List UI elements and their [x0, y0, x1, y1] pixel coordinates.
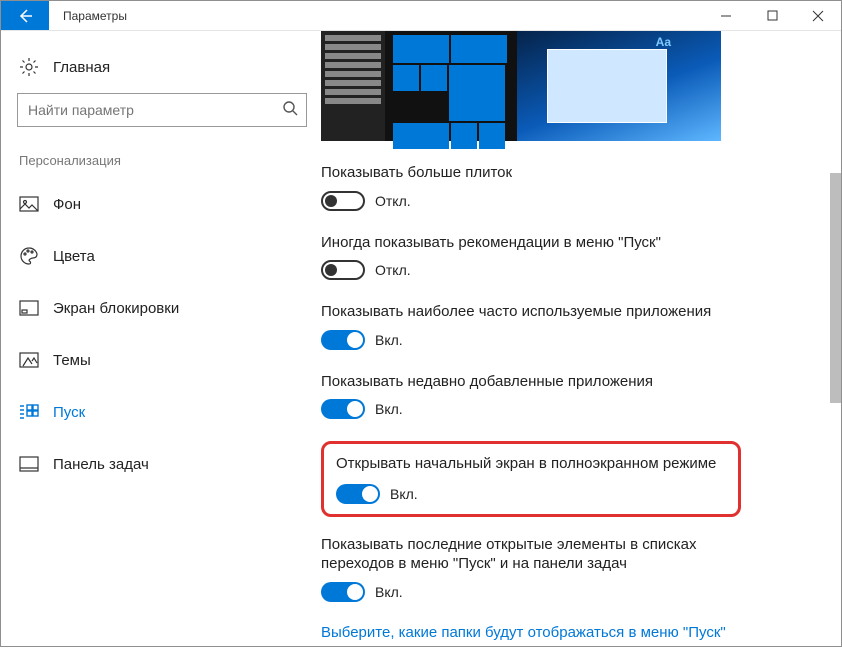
setting-more-tiles: Показывать больше плиток Откл.: [321, 163, 821, 211]
maximize-icon: [767, 10, 778, 21]
themes-icon: [19, 350, 39, 370]
setting-label: Показывать больше плиток: [321, 163, 821, 183]
setting-label: Показывать наиболее часто используемые п…: [321, 302, 821, 322]
arrow-left-icon: [16, 7, 34, 25]
sidebar-item-label: Экран блокировки: [53, 300, 179, 317]
sidebar-item-start[interactable]: Пуск: [15, 392, 311, 432]
minimize-icon: [720, 10, 732, 22]
close-button[interactable]: [795, 1, 841, 30]
toggle-state: Откл.: [375, 193, 411, 209]
search-input[interactable]: [28, 102, 282, 118]
toggle-jumplist[interactable]: [321, 582, 365, 602]
toggle-state: Вкл.: [375, 401, 403, 417]
toggle-suggestions[interactable]: [321, 260, 365, 280]
search-icon: [282, 100, 298, 121]
toggle-more-tiles[interactable]: [321, 191, 365, 211]
setting-most-used: Показывать наиболее часто используемые п…: [321, 302, 821, 350]
content-pane: Aa Показывать больше плиток Откл. Иногда…: [321, 31, 841, 646]
setting-label: Иногда показывать рекомендации в меню "П…: [321, 233, 821, 253]
setting-suggestions: Иногда показывать рекомендации в меню "П…: [321, 233, 821, 281]
lockscreen-icon: [19, 298, 39, 318]
gear-icon: [19, 57, 39, 77]
setting-jumplist: Показывать последние открытые элементы в…: [321, 535, 821, 602]
sidebar-item-lockscreen[interactable]: Экран блокировки: [15, 288, 311, 328]
maximize-button[interactable]: [749, 1, 795, 30]
picture-icon: [19, 194, 39, 214]
back-button[interactable]: [1, 1, 49, 30]
sidebar-item-label: Пуск: [53, 404, 85, 421]
setting-label: Открывать начальный экран в полноэкранно…: [336, 454, 726, 474]
toggle-recently-added[interactable]: [321, 399, 365, 419]
settings-window: Параметры Главная Пе: [0, 0, 842, 647]
sidebar-item-label: Панель задач: [53, 456, 149, 473]
start-icon: [19, 402, 39, 422]
sidebar-item-taskbar[interactable]: Панель задач: [15, 444, 311, 484]
sidebar-item-background[interactable]: Фон: [15, 184, 311, 224]
sidebar-item-themes[interactable]: Темы: [15, 340, 311, 380]
close-icon: [812, 10, 824, 22]
sidebar: Главная Персонализация Фон Цвета: [1, 31, 321, 646]
home-label: Главная: [53, 59, 110, 76]
sample-text-icon: Aa: [656, 35, 671, 49]
highlighted-setting: Открывать начальный экран в полноэкранно…: [321, 441, 741, 517]
setting-label: Показывать последние открытые элементы в…: [321, 535, 741, 574]
minimize-button[interactable]: [703, 1, 749, 30]
toggle-state: Вкл.: [375, 584, 403, 600]
palette-icon: [19, 246, 39, 266]
toggle-state: Откл.: [375, 262, 411, 278]
toggle-state: Вкл.: [390, 486, 418, 502]
search-box[interactable]: [17, 93, 307, 127]
scrollbar-thumb[interactable]: [830, 173, 841, 403]
window-body: Главная Персонализация Фон Цвета: [1, 31, 841, 646]
sidebar-item-label: Фон: [53, 196, 81, 213]
toggle-state: Вкл.: [375, 332, 403, 348]
setting-recently-added: Показывать недавно добавленные приложени…: [321, 372, 821, 420]
titlebar: Параметры: [1, 1, 841, 31]
category-label: Персонализация: [15, 153, 311, 184]
setting-label: Показывать недавно добавленные приложени…: [321, 372, 821, 392]
window-title: Параметры: [49, 1, 141, 30]
toggle-fullscreen-start[interactable]: [336, 484, 380, 504]
sidebar-item-label: Цвета: [53, 248, 95, 265]
choose-folders-link[interactable]: Выберите, какие папки будут отображаться…: [321, 624, 821, 641]
toggle-most-used[interactable]: [321, 330, 365, 350]
sidebar-item-label: Темы: [53, 352, 91, 369]
home-nav[interactable]: Главная: [15, 49, 311, 93]
start-preview: Aa: [321, 31, 721, 141]
sidebar-item-colors[interactable]: Цвета: [15, 236, 311, 276]
taskbar-icon: [19, 454, 39, 474]
